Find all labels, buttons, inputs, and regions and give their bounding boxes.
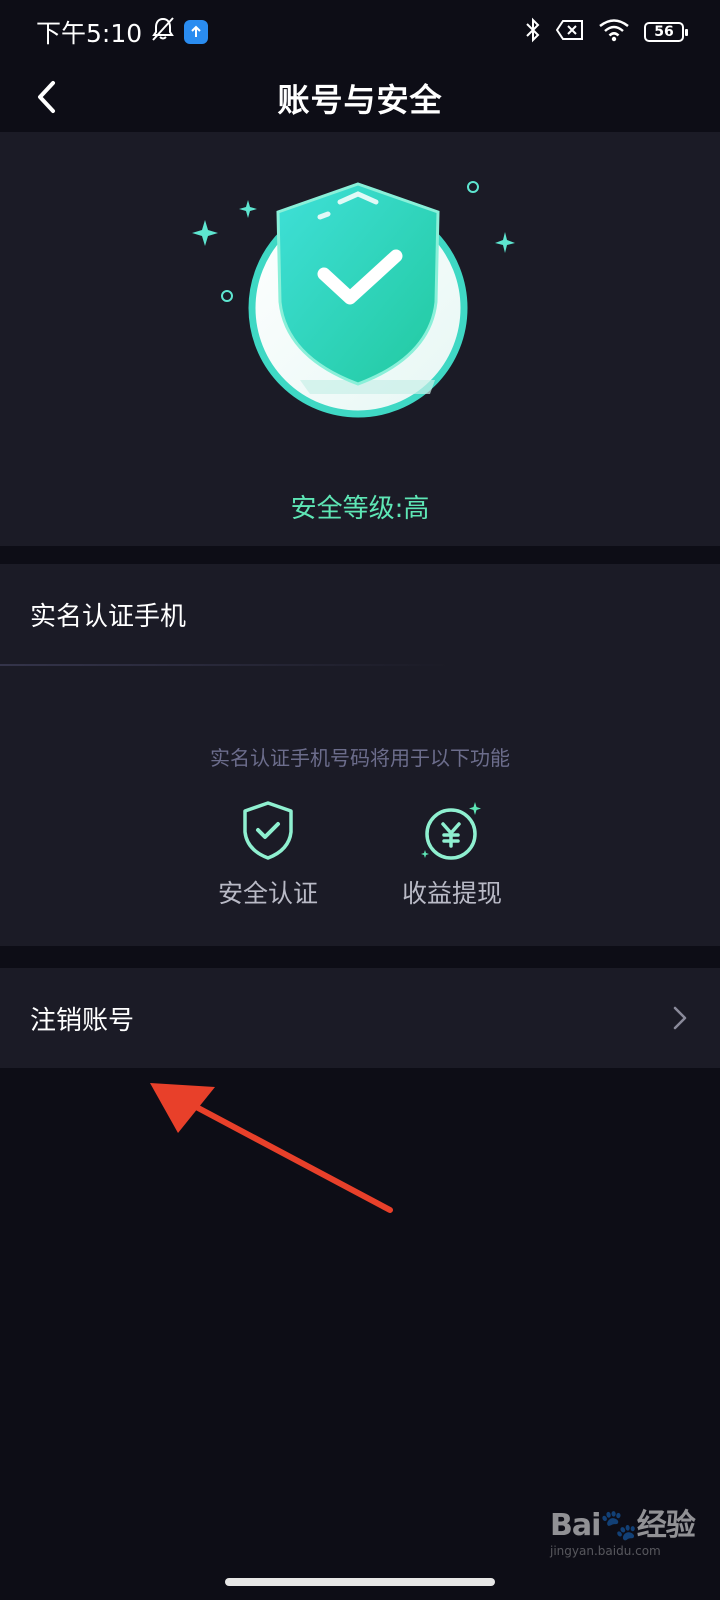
nav-bar: 账号与安全 xyxy=(0,64,720,132)
no-sim-icon xyxy=(555,19,584,45)
security-level-text: 安全等级:高 xyxy=(290,494,430,524)
verification-title: 实名认证手机 xyxy=(30,601,187,632)
security-shield-illustration xyxy=(192,181,515,418)
annotation-arrow xyxy=(150,1083,393,1213)
home-indicator[interactable] xyxy=(225,1578,495,1586)
security-hero: 安全等级:高 xyxy=(0,132,720,546)
status-bar: 下午5:10 56 xyxy=(0,0,720,64)
bell-off-icon xyxy=(150,16,176,48)
phone-verification-section: 实名认证手机 实名认证手机号码将用于以下功能 安全认证 收益提现 xyxy=(0,564,720,946)
status-right: 56 xyxy=(524,17,688,47)
deregister-account-row[interactable]: 注销账号 xyxy=(0,968,720,1068)
watermark-brand: Bai xyxy=(550,1508,601,1543)
chevron-left-icon xyxy=(38,81,55,113)
shield-check-icon xyxy=(243,801,293,860)
battery-indicator: 56 xyxy=(644,22,688,42)
feature-label: 收益提现 xyxy=(401,879,502,908)
bluetooth-icon xyxy=(524,17,542,47)
watermark-sub: jingyan.baidu.com xyxy=(550,1544,661,1558)
wifi-icon xyxy=(598,18,630,46)
chevron-right-icon xyxy=(673,1006,687,1030)
feature-label: 安全认证 xyxy=(217,879,318,908)
feature-security-auth: 安全认证 xyxy=(198,792,338,910)
status-time: 下午5:10 xyxy=(36,19,143,48)
back-button[interactable] xyxy=(22,72,72,122)
divider xyxy=(0,664,450,666)
feature-earnings-withdrawal: 收益提现 xyxy=(382,792,522,910)
page-title: 账号与安全 xyxy=(277,81,443,119)
paw-icon: 🐾 xyxy=(600,1508,637,1543)
watermark-brand2: 经验 xyxy=(636,1508,696,1543)
upload-notification-icon xyxy=(184,20,209,44)
status-left: 下午5:10 xyxy=(36,14,209,50)
verification-description: 实名认证手机号码将用于以下功能 xyxy=(210,746,510,770)
baidu-watermark: Bai🐾经验 jingyan.baidu.com xyxy=(550,1500,696,1558)
deregister-account-label: 注销账号 xyxy=(30,1005,135,1036)
yuan-coin-icon xyxy=(421,802,481,860)
